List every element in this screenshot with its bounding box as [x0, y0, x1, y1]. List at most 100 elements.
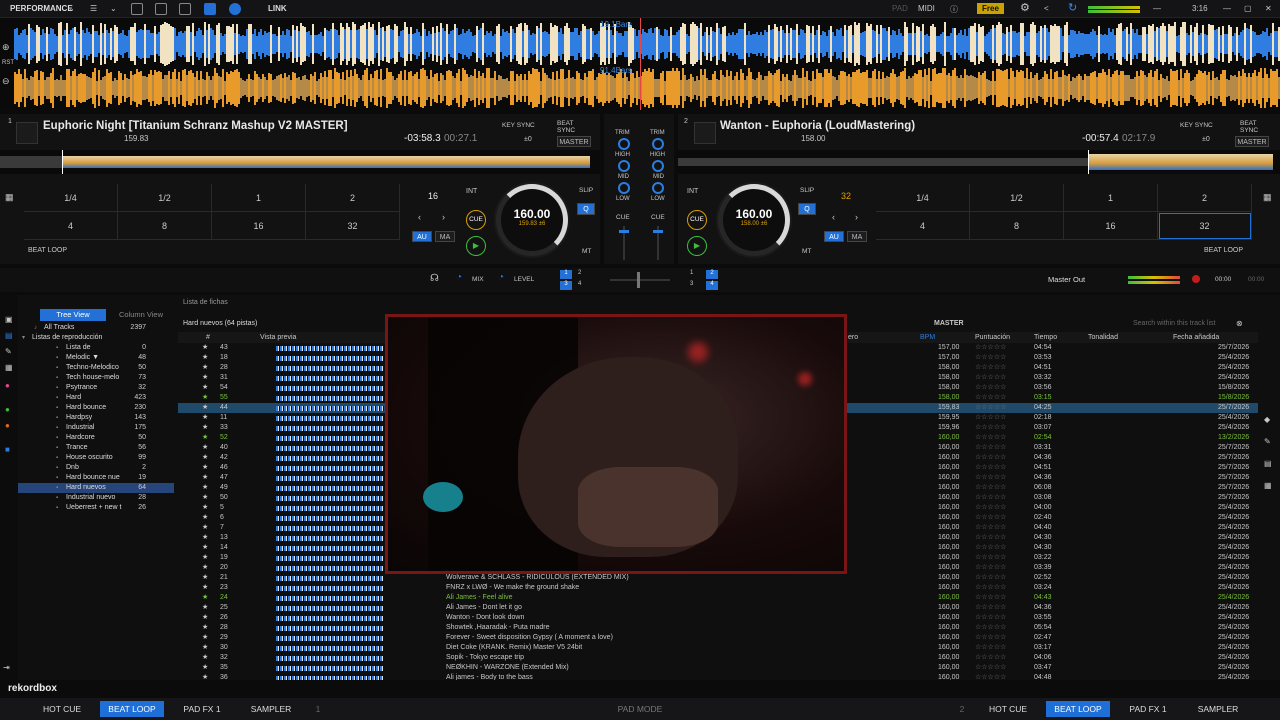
- close-icon[interactable]: ✕: [1265, 4, 1272, 13]
- headphones-icon[interactable]: ☊: [430, 273, 439, 284]
- trim-knob-1[interactable]: [618, 138, 630, 150]
- quantize-button[interactable]: Q: [577, 203, 595, 215]
- loop-pad[interactable]: 16: [212, 212, 306, 240]
- table-row[interactable]: ★ 29 Forever - Sweet disposition Gypsy ( A…: [178, 633, 1258, 643]
- beat-loop-button-1[interactable]: BEAT LOOP: [100, 701, 164, 717]
- loop-double-button[interactable]: ›: [442, 212, 445, 222]
- overview-waveform[interactable]: [0, 150, 600, 174]
- high-knob-2[interactable]: [652, 160, 664, 172]
- key-sync-button[interactable]: KEY SYNC: [502, 122, 535, 129]
- loop-length[interactable]: 32: [841, 191, 851, 201]
- loop-pad[interactable]: 1/2: [970, 184, 1064, 212]
- playlist-icon[interactable]: ▤: [1264, 459, 1272, 468]
- pad-label[interactable]: PAD: [892, 4, 908, 13]
- jog-wheel[interactable]: 160.00 158.00 ±6: [718, 184, 790, 256]
- midi-button[interactable]: MIDI: [918, 4, 935, 13]
- key-sync-button[interactable]: KEY SYNC: [1180, 122, 1213, 129]
- master-button[interactable]: MASTER: [557, 136, 591, 147]
- waveform-icon[interactable]: [155, 3, 167, 15]
- int-selector[interactable]: INT: [466, 188, 477, 195]
- gear-icon[interactable]: ⚙: [1020, 1, 1030, 14]
- pad-fx-button-1[interactable]: PAD FX 1: [176, 701, 228, 717]
- loop-pad[interactable]: 32: [306, 212, 400, 240]
- loop-pad[interactable]: 4: [876, 212, 970, 240]
- reset-button[interactable]: RST: [2, 60, 14, 66]
- plan-badge[interactable]: Free: [977, 3, 1004, 14]
- loop-pad[interactable]: 8: [118, 212, 212, 240]
- sampler-button-2[interactable]: SAMPLER: [1188, 701, 1248, 717]
- play-button[interactable]: ▶: [687, 236, 707, 256]
- sampler-button-1[interactable]: SAMPLER: [242, 701, 300, 717]
- cue-button[interactable]: CUE: [466, 210, 486, 230]
- chevron-down-icon[interactable]: ⌄: [110, 4, 117, 13]
- loop-double-button[interactable]: ›: [855, 212, 858, 222]
- sync-icon[interactable]: ↻: [1068, 1, 1077, 14]
- trim-knob-2[interactable]: [652, 138, 664, 150]
- loop-pad[interactable]: 2: [1158, 184, 1252, 212]
- loop-pad[interactable]: 8: [970, 212, 1064, 240]
- slip-button[interactable]: SLIP: [800, 187, 814, 194]
- high-knob-1[interactable]: [618, 160, 630, 172]
- loop-pad[interactable]: 1/4: [876, 184, 970, 212]
- key-offset[interactable]: ±0: [1202, 136, 1210, 143]
- crossfader[interactable]: [610, 272, 670, 288]
- loop-pad[interactable]: 16: [1064, 212, 1158, 240]
- play-button[interactable]: ▶: [466, 236, 486, 256]
- beat-loop-selector[interactable]: BEAT LOOP: [1204, 247, 1243, 254]
- related-icon[interactable]: ▦: [1264, 481, 1272, 490]
- deck2-waveform[interactable]: [14, 68, 1280, 108]
- loop-pad[interactable]: 4: [24, 212, 118, 240]
- loop-pad[interactable]: 1/2: [118, 184, 212, 212]
- volume-slider[interactable]: —: [1153, 4, 1161, 13]
- loop-pad[interactable]: 1: [1064, 184, 1158, 212]
- manual-beat-button[interactable]: MA: [847, 231, 867, 242]
- cue-button[interactable]: CUE: [687, 210, 707, 230]
- table-row[interactable]: ★ 32 Sopik - Tokyo escape trip 160,00 ☆☆☆☆☆ 0…: [178, 653, 1258, 663]
- enlarged-waveform[interactable]: 19.1Bars 91.4Bars ⊕ RST ⊖: [0, 18, 1280, 110]
- pad-grid-icon[interactable]: ▦: [1258, 184, 1278, 244]
- table-row[interactable]: ★ 25 Ali James - Dont let it go 160,00 ☆☆☆☆☆…: [178, 603, 1258, 613]
- pad-grid-icon[interactable]: ▦: [0, 184, 20, 244]
- info-icon[interactable]: ⓘ: [950, 4, 958, 15]
- beat-loop-button-2[interactable]: BEAT LOOP: [1046, 701, 1110, 717]
- hot-cue-button-1[interactable]: HOT CUE: [34, 701, 90, 717]
- mid-knob-2[interactable]: [652, 182, 664, 194]
- zoom-out-icon[interactable]: ⊖: [2, 76, 10, 87]
- beat-sync-button[interactable]: BEAT SYNC: [557, 120, 577, 134]
- beat-sync-button[interactable]: BEAT SYNC: [1240, 120, 1260, 134]
- table-row[interactable]: ★ 28 Showtek ,Haaradak - Puta madre 160,00 ☆…: [178, 623, 1258, 633]
- loop-pad[interactable]: 2: [306, 184, 400, 212]
- share-icon[interactable]: <: [1044, 4, 1049, 13]
- table-row[interactable]: ★ 21 Wolverave & SCHLASS - RIDICULOUS (EXT…: [178, 573, 1258, 583]
- table-row[interactable]: ★ 23 FNRZ x LWØ - We make the ground shake…: [178, 583, 1258, 593]
- loop-halve-button[interactable]: ‹: [832, 212, 835, 222]
- channel-fader-1[interactable]: [619, 226, 629, 260]
- mix-knob[interactable]: ◔: [456, 272, 462, 283]
- mid-knob-1[interactable]: [618, 182, 630, 194]
- table-row[interactable]: ★ 24 Ali James - Feel alive 160,00 ☆☆☆☆☆ 04:4…: [178, 593, 1258, 603]
- key-offset[interactable]: ±0: [524, 136, 532, 143]
- master-out-selector[interactable]: Master Out: [1048, 275, 1085, 284]
- loop-length[interactable]: 16: [428, 191, 438, 201]
- grid-icon[interactable]: [179, 3, 191, 15]
- overview-waveform[interactable]: [678, 150, 1280, 174]
- loop-halve-button[interactable]: ‹: [418, 212, 421, 222]
- menu-icon[interactable]: ☰: [90, 4, 97, 13]
- mode-selector[interactable]: PERFORMANCE: [10, 4, 73, 13]
- mixer-icon[interactable]: [204, 3, 216, 15]
- chevron-down-icon[interactable]: ⌄: [68, 4, 75, 13]
- loop-pad[interactable]: 1: [212, 184, 306, 212]
- loop-pad[interactable]: 1/4: [24, 184, 118, 212]
- link-button[interactable]: LINK: [268, 4, 287, 13]
- master-button[interactable]: MASTER: [1235, 136, 1269, 147]
- record-icon[interactable]: [229, 3, 241, 15]
- hot-cue-button-2[interactable]: HOT CUE: [980, 701, 1036, 717]
- zoom-in-icon[interactable]: ⊕: [2, 42, 10, 53]
- loop-pad[interactable]: 32: [1158, 212, 1252, 240]
- record-button[interactable]: [1192, 275, 1200, 283]
- master-tempo-button[interactable]: MT: [802, 248, 811, 255]
- tag-icon[interactable]: ◆: [1264, 415, 1270, 424]
- level-knob[interactable]: ◔: [498, 272, 504, 283]
- table-row[interactable]: ★ 26 Wanton - Dont look down 160,00 ☆☆☆☆☆ 03:…: [178, 613, 1258, 623]
- auto-beat-button[interactable]: AU: [412, 231, 432, 242]
